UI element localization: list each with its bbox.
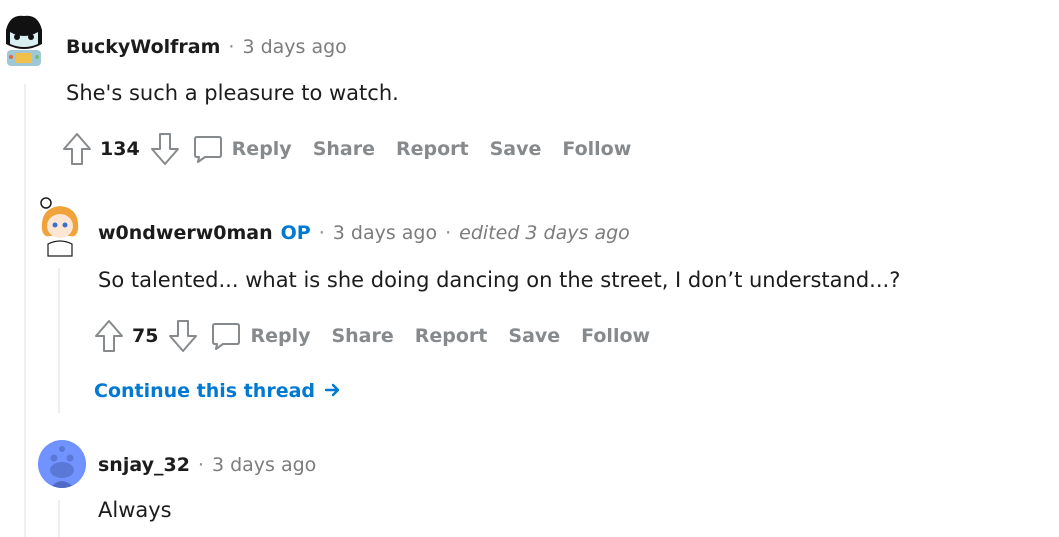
follow-button[interactable]: Follow — [581, 325, 650, 347]
author-name[interactable]: snjay_32 — [98, 454, 190, 476]
separator: · — [228, 36, 235, 58]
vote-score: 75 — [132, 325, 159, 347]
comment-body: She's such a pleasure to watch. — [66, 81, 399, 105]
save-button[interactable]: Save — [508, 325, 560, 347]
comment-meta: w0ndwerw0man OP · 3 days ago · edited 3 … — [98, 222, 630, 244]
comment-body: Always — [98, 498, 172, 522]
timestamp[interactable]: 3 days ago — [333, 222, 437, 244]
comment-actions: 75 Reply Share Report Save Follow — [94, 318, 671, 354]
comment-meta: BuckyWolfram · 3 days ago — [66, 36, 347, 58]
avatar[interactable] — [38, 440, 86, 488]
snoo-avatar-icon — [38, 440, 86, 488]
share-button[interactable]: Share — [331, 325, 393, 347]
thread-line-nested[interactable] — [58, 268, 60, 413]
timestamp[interactable]: 3 days ago — [212, 454, 316, 476]
follow-button[interactable]: Follow — [562, 138, 631, 160]
continue-thread-label: Continue this thread — [94, 380, 316, 402]
continue-thread-link[interactable]: Continue this thread — [94, 380, 342, 402]
upvote-icon[interactable] — [94, 319, 124, 353]
avatar[interactable] — [2, 10, 46, 68]
thread-line-nested-2[interactable] — [58, 500, 60, 537]
comment-bubble-icon[interactable] — [210, 320, 242, 352]
separator: · — [197, 454, 204, 476]
thread-line-root[interactable] — [24, 84, 26, 537]
comment-bubble-icon[interactable] — [192, 133, 224, 165]
reply-button[interactable]: Reply — [232, 138, 292, 160]
separator: · — [318, 222, 325, 244]
comment-body: So talented... what is she doing dancing… — [98, 268, 901, 292]
comment-meta: snjay_32 · 3 days ago — [98, 454, 316, 476]
comment-actions: 134 Reply Share Report Save Follow — [62, 131, 652, 167]
save-button[interactable]: Save — [490, 138, 542, 160]
avatar[interactable] — [36, 194, 84, 260]
downvote-icon[interactable] — [168, 319, 198, 353]
bucky-avatar-icon — [2, 10, 46, 68]
upvote-icon[interactable] — [62, 132, 92, 166]
vote-score: 134 — [100, 138, 140, 160]
author-name[interactable]: w0ndwerw0man — [98, 222, 273, 244]
separator: · — [445, 222, 452, 244]
share-button[interactable]: Share — [313, 138, 375, 160]
op-badge: OP — [280, 222, 311, 244]
woman-avatar-icon — [36, 194, 84, 260]
arrow-right-icon — [324, 383, 339, 397]
report-button[interactable]: Report — [415, 325, 488, 347]
report-button[interactable]: Report — [396, 138, 469, 160]
reply-button[interactable]: Reply — [250, 325, 310, 347]
downvote-icon[interactable] — [150, 132, 180, 166]
author-name[interactable]: BuckyWolfram — [66, 36, 220, 58]
edited-label: edited 3 days ago — [459, 222, 630, 244]
timestamp[interactable]: 3 days ago — [242, 36, 346, 58]
